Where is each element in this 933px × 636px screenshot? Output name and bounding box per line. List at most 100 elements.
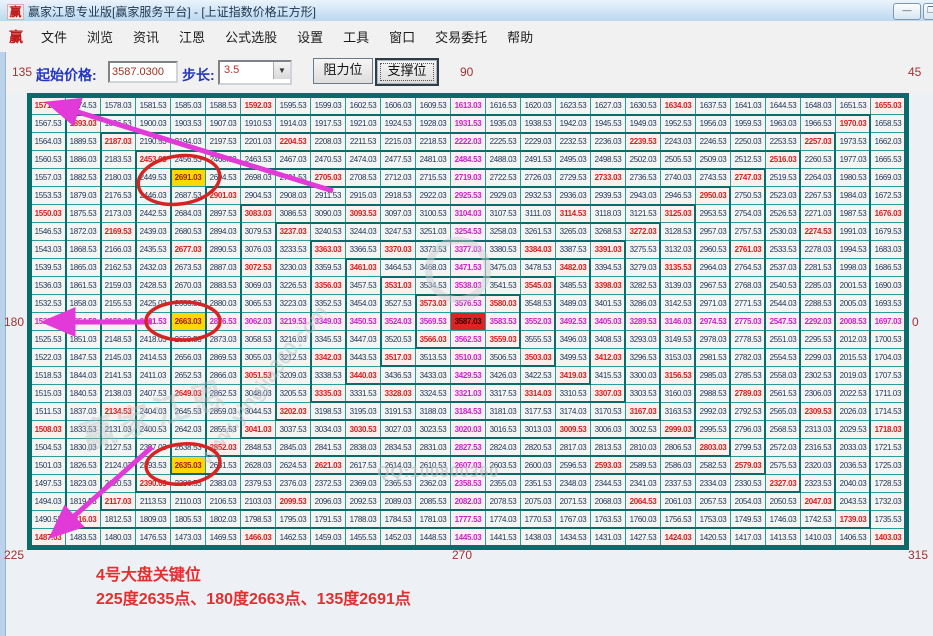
gann-cell[interactable]: 2803.03: [696, 439, 730, 456]
gann-cell[interactable]: 2397.03: [136, 439, 170, 456]
gann-cell[interactable]: 2015.53: [836, 349, 870, 366]
gann-cell[interactable]: 3223.03: [276, 295, 310, 312]
gann-cell[interactable]: 2806.53: [661, 439, 695, 456]
gann-cell[interactable]: 2603.53: [486, 457, 520, 474]
gann-cell[interactable]: 3146.03: [661, 313, 695, 330]
gann-cell[interactable]: 1602.53: [346, 97, 380, 114]
gann-cell[interactable]: 3377.03: [451, 241, 485, 258]
gann-cell[interactable]: 3016.53: [486, 421, 520, 438]
gann-cell[interactable]: 3188.03: [416, 403, 450, 420]
gann-cell[interactable]: 1606.03: [381, 97, 415, 114]
gann-cell[interactable]: 1539.53: [31, 259, 65, 276]
gann-cell[interactable]: 3296.53: [626, 349, 660, 366]
gann-cell[interactable]: 2887.03: [206, 259, 240, 276]
gann-cell[interactable]: 2918.53: [381, 187, 415, 204]
menu-item-工具[interactable]: 工具: [333, 23, 379, 50]
gann-cell[interactable]: 2033.03: [836, 439, 870, 456]
gann-cell[interactable]: 2414.53: [136, 349, 170, 366]
gann-cell[interactable]: 3555.53: [521, 331, 555, 348]
gann-cell[interactable]: 1434.53: [556, 529, 590, 546]
gann-cell[interactable]: 3051.53: [241, 367, 275, 384]
gann-cell[interactable]: 2754.03: [731, 205, 765, 222]
gann-cell[interactable]: 1963.03: [766, 115, 800, 132]
gann-cell[interactable]: 1980.53: [836, 169, 870, 186]
gann-cell[interactable]: 2554.53: [766, 349, 800, 366]
gann-cell[interactable]: 2922.03: [416, 187, 450, 204]
gann-cell[interactable]: 1623.53: [556, 97, 590, 114]
gann-cell[interactable]: 2561.53: [766, 385, 800, 402]
gann-cell[interactable]: 3258.03: [486, 223, 520, 240]
maximize-button[interactable]: ❐: [923, 3, 933, 20]
gann-cell[interactable]: 2302.53: [801, 367, 835, 384]
gann-cell[interactable]: 3478.53: [521, 259, 555, 276]
gann-cell[interactable]: 3065.53: [241, 295, 275, 312]
gann-cell[interactable]: 1907.03: [206, 115, 240, 132]
gann-cell[interactable]: 1669.03: [871, 169, 905, 186]
gann-cell[interactable]: 1469.53: [206, 529, 240, 546]
gann-cell[interactable]: 2544.03: [766, 295, 800, 312]
gann-cell[interactable]: 3513.53: [416, 349, 450, 366]
gann-cell[interactable]: 2162.53: [101, 259, 135, 276]
gann-cell[interactable]: 2348.03: [556, 475, 590, 492]
gann-cell[interactable]: 2267.53: [801, 187, 835, 204]
gann-cell[interactable]: 1567.53: [31, 115, 65, 132]
gann-cell[interactable]: 1732.03: [871, 493, 905, 510]
gann-cell[interactable]: 2799.53: [731, 439, 765, 456]
gann-cell[interactable]: 2579.03: [731, 457, 765, 474]
gann-cell[interactable]: 3205.53: [276, 385, 310, 402]
gann-cell[interactable]: 2677.03: [171, 241, 205, 258]
gann-cell[interactable]: 3443.53: [346, 349, 380, 366]
gann-cell[interactable]: 1823.03: [66, 475, 100, 492]
gann-cell[interactable]: 1448.53: [416, 529, 450, 546]
gann-cell[interactable]: 2029.53: [836, 421, 870, 438]
gann-cell[interactable]: 3268.53: [591, 223, 625, 240]
gann-cell[interactable]: 3114.53: [556, 205, 590, 222]
gann-cell[interactable]: 3272.03: [626, 223, 660, 240]
gann-cell[interactable]: 2551.03: [766, 331, 800, 348]
gann-cell[interactable]: 3163.53: [661, 403, 695, 420]
gann-cell[interactable]: 3415.53: [591, 367, 625, 384]
gann-cell[interactable]: 1560.53: [31, 151, 65, 168]
step-select[interactable]: 3.5 ▼: [218, 60, 292, 85]
gann-cell[interactable]: 2232.53: [556, 133, 590, 150]
gann-cell[interactable]: 3251.03: [416, 223, 450, 240]
gann-cell[interactable]: 2106.53: [206, 493, 240, 510]
gann-cell[interactable]: 1725.03: [871, 457, 905, 474]
menu-item-设置[interactable]: 设置: [287, 23, 333, 50]
gann-cell[interactable]: 2211.53: [346, 133, 380, 150]
gann-cell[interactable]: 1798.53: [241, 511, 275, 528]
gann-cell[interactable]: 2320.03: [801, 457, 835, 474]
gann-cell[interactable]: 2575.53: [766, 457, 800, 474]
gann-cell[interactable]: 3002.53: [626, 421, 660, 438]
gann-cell[interactable]: 3401.53: [591, 295, 625, 312]
gann-cell[interactable]: 2040.03: [836, 475, 870, 492]
gann-cell[interactable]: 2768.03: [731, 277, 765, 294]
gann-cell[interactable]: 2705.03: [311, 169, 345, 186]
gann-cell[interactable]: 2001.53: [836, 277, 870, 294]
gann-cell[interactable]: 2596.53: [556, 457, 590, 474]
gann-cell[interactable]: 2404.03: [136, 403, 170, 420]
gann-cell[interactable]: 2495.03: [556, 151, 590, 168]
gann-cell[interactable]: 1676.03: [871, 205, 905, 222]
gann-cell[interactable]: 2407.53: [136, 385, 170, 402]
gann-cell[interactable]: 3030.53: [346, 421, 380, 438]
gann-cell[interactable]: 2393.53: [136, 457, 170, 474]
gann-cell[interactable]: 1924.53: [381, 115, 415, 132]
gann-cell[interactable]: 3520.53: [381, 331, 415, 348]
gann-cell[interactable]: 2096.03: [311, 493, 345, 510]
gann-cell[interactable]: 2673.53: [171, 259, 205, 276]
gann-cell[interactable]: 1494.03: [31, 493, 65, 510]
menu-item-帮助[interactable]: 帮助: [497, 23, 543, 50]
gann-cell[interactable]: 3034.03: [311, 421, 345, 438]
gann-cell[interactable]: 1819.53: [66, 493, 100, 510]
gann-cell[interactable]: 2946.53: [661, 187, 695, 204]
gann-cell[interactable]: 3426.03: [486, 367, 520, 384]
gann-cell[interactable]: 2547.53: [766, 313, 800, 330]
gann-cell[interactable]: 1459.03: [311, 529, 345, 546]
menu-item-交易委托[interactable]: 交易委托: [425, 23, 497, 50]
gann-cell[interactable]: 1686.53: [871, 259, 905, 276]
gann-cell[interactable]: 2950.03: [696, 187, 730, 204]
gann-cell[interactable]: 2621.03: [311, 457, 345, 474]
gann-cell[interactable]: 3044.53: [241, 403, 275, 420]
gann-cell[interactable]: 2257.03: [801, 133, 835, 150]
